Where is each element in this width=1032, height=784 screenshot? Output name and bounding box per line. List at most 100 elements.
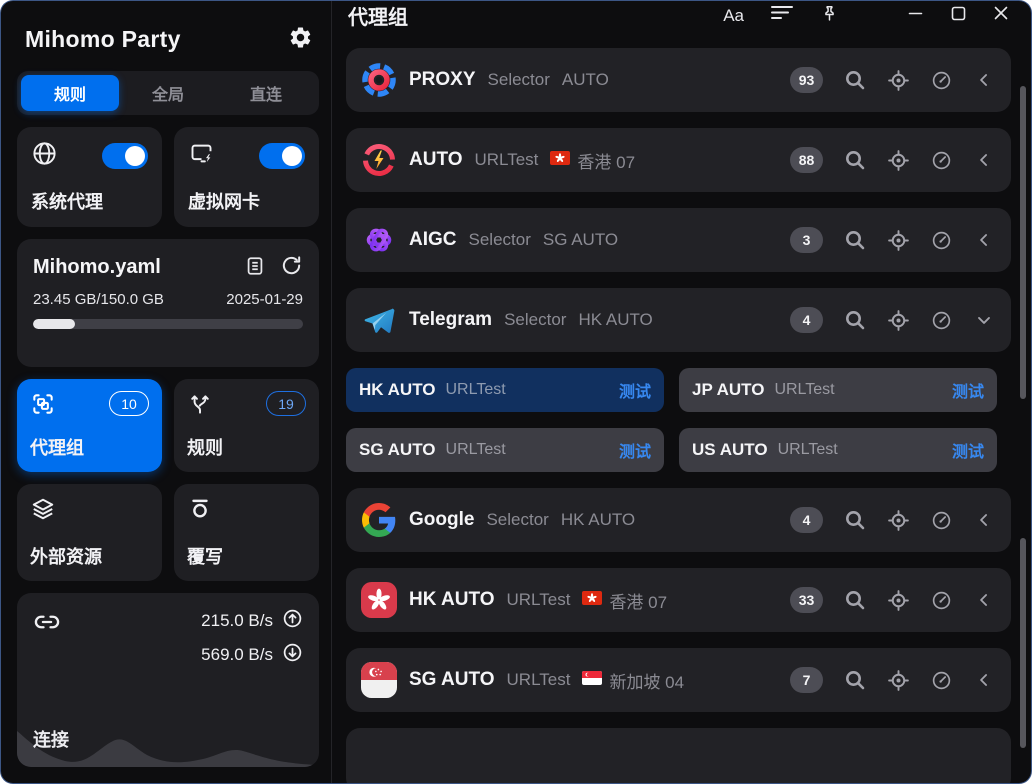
proxy-name: US AUTO	[692, 440, 768, 460]
override-label: 覆写	[187, 543, 306, 569]
proxy-item-hk-auto[interactable]: HK AUTO URLTest 测试	[346, 368, 664, 412]
connections-card[interactable]: 215.0 B/s 569.0 B/s 连接	[17, 593, 319, 767]
mode-tab-direct[interactable]: 直连	[217, 75, 315, 111]
profile-usage: 23.45 GB/150.0 GB	[33, 291, 164, 308]
traffic-progress-bar	[33, 319, 303, 329]
download-speed: 569.0 B/s	[201, 645, 273, 665]
system-proxy-toggle[interactable]	[102, 143, 148, 169]
chevron-down-icon[interactable]	[972, 308, 996, 332]
locate-icon[interactable]	[886, 508, 910, 532]
proxy-name: HK AUTO	[359, 380, 436, 400]
search-icon[interactable]	[843, 668, 867, 692]
search-icon[interactable]	[843, 68, 867, 92]
proxy-item-sg-auto[interactable]: SG AUTO URLTest 测试	[346, 428, 664, 472]
group-row-proxy[interactable]: PROXY Selector AUTO 93	[346, 48, 1011, 112]
pin-button[interactable]	[820, 3, 839, 29]
text-size-button[interactable]: Aa	[723, 6, 744, 26]
group-row-aigc[interactable]: AIGC Selector SG AUTO 3	[346, 208, 1011, 272]
layers-icon	[30, 496, 56, 527]
search-icon[interactable]	[843, 308, 867, 332]
locate-icon[interactable]	[886, 668, 910, 692]
group-current-text: HK AUTO	[561, 510, 635, 530]
speedtest-icon[interactable]	[929, 68, 953, 92]
tun-label: 虚拟网卡	[188, 188, 305, 214]
mode-tab-global[interactable]: 全局	[119, 75, 217, 111]
proxy-name: SG AUTO	[359, 440, 436, 460]
test-delay-link[interactable]: 测试	[619, 378, 651, 402]
locate-icon[interactable]	[886, 588, 910, 612]
sidebar: Mihomo Party 规则 全局 直连 系统代理	[1, 1, 331, 783]
sidebar-item-override[interactable]: 覆写	[174, 484, 319, 581]
scrollbar-thumb[interactable]	[1020, 86, 1026, 399]
test-delay-link[interactable]: 测试	[952, 378, 984, 402]
group-name: PROXY	[409, 69, 476, 91]
search-icon[interactable]	[843, 588, 867, 612]
toggle-knob	[125, 146, 145, 166]
minimize-icon	[907, 5, 924, 27]
locate-icon[interactable]	[886, 228, 910, 252]
proxy-ring-icon	[361, 62, 397, 98]
group-row-partial[interactable]	[346, 728, 1011, 784]
page-title: 代理组	[348, 1, 408, 30]
maximize-icon	[951, 6, 966, 26]
update-profile-button[interactable]	[280, 254, 303, 280]
sidebar-item-external-resources[interactable]: 外部资源	[17, 484, 162, 581]
maximize-button[interactable]	[951, 6, 966, 26]
locate-icon[interactable]	[886, 308, 910, 332]
group-current-node: HK AUTO	[578, 310, 652, 330]
chevron-left-icon[interactable]	[972, 668, 996, 692]
download-arrow-icon	[282, 642, 303, 668]
speedtest-icon[interactable]	[929, 668, 953, 692]
search-icon[interactable]	[843, 508, 867, 532]
sort-button[interactable]	[771, 4, 793, 27]
test-delay-link[interactable]: 测试	[619, 438, 651, 462]
proxy-item-jp-auto[interactable]: JP AUTO URLTest 测试	[679, 368, 997, 412]
group-row-hk-auto[interactable]: HK AUTO URLTest 香港 07 33	[346, 568, 1011, 632]
group-row-telegram[interactable]: Telegram Selector HK AUTO 4	[346, 288, 1011, 352]
settings-button[interactable]	[288, 25, 313, 53]
toggle-cards: 系统代理 虚拟网卡	[17, 127, 319, 227]
speedtest-icon[interactable]	[929, 308, 953, 332]
speedtest-icon[interactable]	[929, 228, 953, 252]
rules-label: 规则	[187, 434, 306, 460]
system-proxy-card[interactable]: 系统代理	[17, 127, 162, 227]
link-icon	[33, 608, 61, 641]
test-delay-link[interactable]: 测试	[952, 438, 984, 462]
hk-flag-icon	[550, 150, 570, 170]
search-icon[interactable]	[843, 228, 867, 252]
edit-profile-button[interactable]	[244, 255, 266, 280]
speedtest-icon[interactable]	[929, 508, 953, 532]
chevron-left-icon[interactable]	[972, 68, 996, 92]
group-type: Selector	[488, 70, 550, 90]
profile-card[interactable]: Mihomo.yaml 23.45 GB/150.0 GB	[17, 239, 319, 367]
tun-card[interactable]: 虚拟网卡	[174, 127, 319, 227]
tun-adapter-icon	[188, 140, 215, 172]
chevron-left-icon[interactable]	[972, 508, 996, 532]
chevron-left-icon[interactable]	[972, 148, 996, 172]
close-button[interactable]	[993, 5, 1009, 26]
speedtest-icon[interactable]	[929, 148, 953, 172]
speedtest-icon[interactable]	[929, 588, 953, 612]
group-name: AIGC	[409, 229, 457, 251]
search-icon[interactable]	[843, 148, 867, 172]
locate-icon[interactable]	[886, 68, 910, 92]
tun-toggle[interactable]	[259, 143, 305, 169]
chevron-left-icon[interactable]	[972, 228, 996, 252]
traffic-progress-fill	[33, 319, 75, 329]
group-current-node: 香港 07	[582, 588, 667, 613]
rules-branch-icon	[187, 391, 213, 422]
minimize-button[interactable]	[907, 5, 924, 27]
group-row-sg-auto[interactable]: SG AUTO URLTest 新加坡 04 7	[346, 648, 1011, 712]
group-row-google[interactable]: Google Selector HK AUTO 4	[346, 488, 1011, 552]
group-row-auto[interactable]: AUTO URLTest 香港 07 88	[346, 128, 1011, 192]
sidebar-item-proxy-groups[interactable]: 10 代理组	[17, 379, 162, 472]
scrollbar-thumb[interactable]	[1020, 538, 1026, 748]
proxy-item-us-auto[interactable]: US AUTO URLTest 测试	[679, 428, 997, 472]
sidebar-item-rules[interactable]: 19 规则	[174, 379, 319, 472]
group-current-node: SG AUTO	[543, 230, 618, 250]
chevron-left-icon[interactable]	[972, 588, 996, 612]
google-g-icon	[361, 502, 397, 538]
override-icon	[187, 496, 213, 527]
mode-tab-rule[interactable]: 规则	[21, 75, 119, 111]
locate-icon[interactable]	[886, 148, 910, 172]
